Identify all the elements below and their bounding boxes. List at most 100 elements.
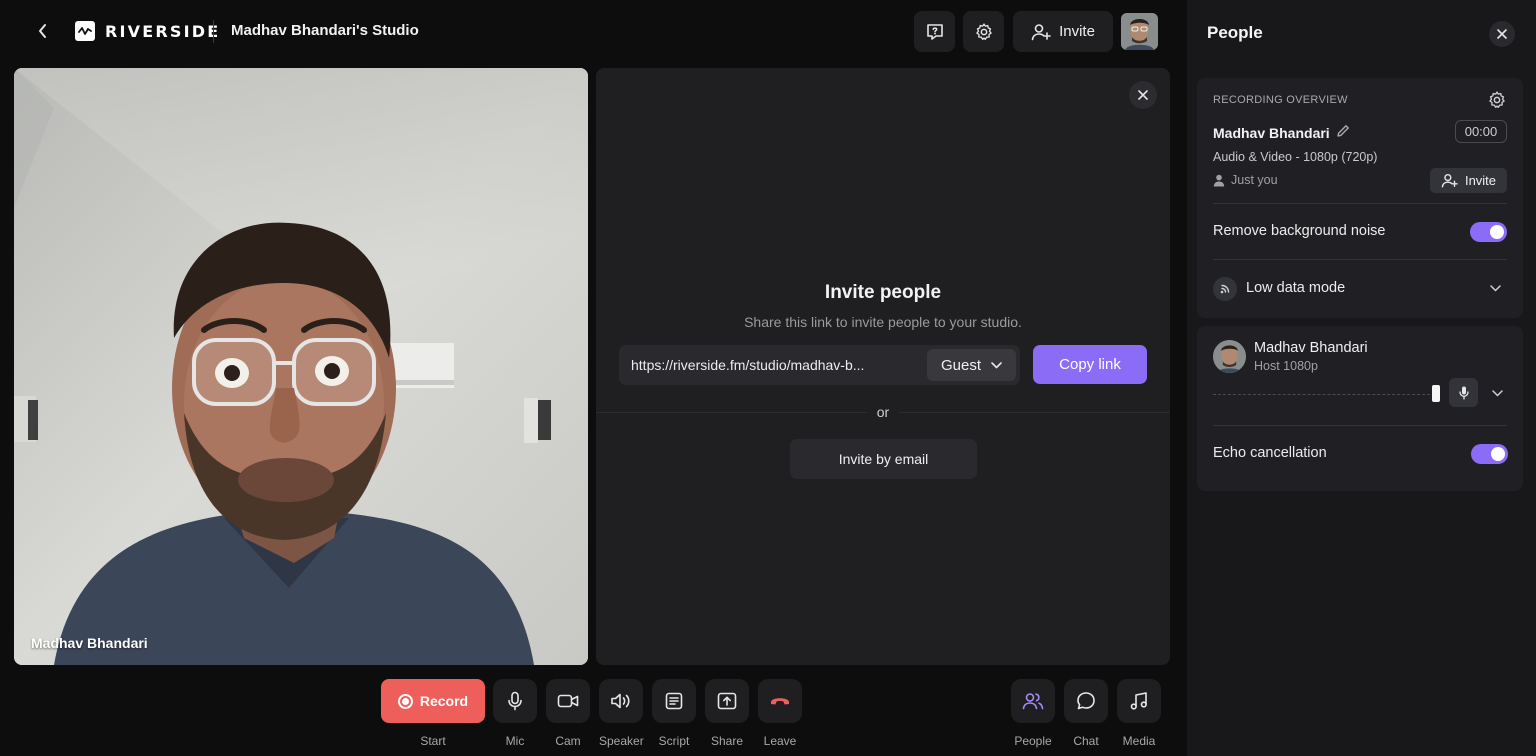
leave-label: Leave bbox=[763, 734, 797, 748]
mic-button[interactable] bbox=[493, 679, 537, 723]
script-label: Script bbox=[658, 734, 690, 748]
record-button[interactable]: Record bbox=[381, 679, 485, 723]
invite-subtitle: Share this link to invite people to your… bbox=[744, 314, 1022, 330]
close-icon bbox=[1138, 90, 1148, 100]
people-sidebar: People RECORDING OVERVIEW Madhav Bhandar… bbox=[1187, 0, 1536, 756]
divider bbox=[1213, 425, 1507, 426]
echo-cancellation-label: Echo cancellation bbox=[1213, 445, 1327, 461]
role-select-value: Guest bbox=[940, 356, 982, 374]
recording-overview-card: RECORDING OVERVIEW Madhav Bhandari 00:00… bbox=[1197, 78, 1523, 318]
media-label: Media bbox=[1122, 734, 1156, 748]
chat-bubble-icon bbox=[1077, 692, 1095, 710]
divider bbox=[1213, 259, 1507, 260]
leave-button[interactable] bbox=[758, 679, 802, 723]
chat-button[interactable] bbox=[1064, 679, 1108, 723]
record-icon bbox=[397, 693, 413, 709]
recording-timer: 00:00 bbox=[1455, 120, 1507, 143]
pencil-icon[interactable] bbox=[1335, 123, 1351, 139]
share-button[interactable] bbox=[705, 679, 749, 723]
participant-name: Madhav Bhandari bbox=[1254, 340, 1368, 356]
riverside-logo[interactable]: RIVERSIDE bbox=[75, 21, 220, 41]
record-label: Record bbox=[419, 693, 469, 709]
script-control: Script bbox=[652, 679, 696, 748]
camera-feed-image bbox=[14, 68, 588, 665]
header-invite-button[interactable]: Invite bbox=[1013, 11, 1113, 52]
help-button[interactable] bbox=[914, 11, 955, 52]
or-label: or bbox=[866, 404, 900, 420]
cam-button[interactable] bbox=[546, 679, 590, 723]
speaker-label: Speaker bbox=[599, 734, 644, 748]
chevron-down-icon[interactable] bbox=[1490, 285, 1501, 292]
microphone-icon bbox=[1458, 386, 1469, 400]
sidebar-close-button[interactable] bbox=[1489, 21, 1515, 47]
settings-button[interactable] bbox=[963, 11, 1004, 52]
header-divider bbox=[213, 20, 214, 43]
participant-mic-button[interactable] bbox=[1449, 378, 1478, 407]
hang-up-icon bbox=[771, 698, 789, 705]
header-invite-label: Invite bbox=[1059, 23, 1095, 40]
recording-spec: Audio & Video - 1080p (720p) bbox=[1213, 150, 1378, 164]
avatar-image bbox=[1121, 13, 1158, 50]
script-icon bbox=[665, 692, 683, 710]
user-avatar[interactable] bbox=[1121, 13, 1158, 50]
invite-link-field[interactable]: https://riverside.fm/studio/madhav-b... … bbox=[619, 345, 1020, 385]
script-button[interactable] bbox=[652, 679, 696, 723]
noise-removal-label: Remove background noise bbox=[1213, 223, 1386, 239]
back-button[interactable] bbox=[30, 18, 56, 44]
sidebar-invite-label: Invite bbox=[1464, 173, 1497, 188]
media-button[interactable] bbox=[1117, 679, 1161, 723]
media-control: Media bbox=[1117, 679, 1161, 748]
record-control: Record Start bbox=[381, 679, 485, 748]
speaker-button[interactable] bbox=[599, 679, 644, 723]
gear-icon[interactable] bbox=[1487, 90, 1507, 110]
chevron-down-icon[interactable] bbox=[1492, 390, 1503, 397]
cam-label: Cam bbox=[555, 734, 581, 748]
low-data-mode-label: Low data mode bbox=[1246, 280, 1346, 296]
chat-control: Chat bbox=[1064, 679, 1108, 748]
invite-title: Invite people bbox=[824, 282, 942, 303]
divider bbox=[1213, 203, 1507, 204]
volume-slider[interactable] bbox=[1213, 394, 1435, 395]
microphone-icon bbox=[508, 691, 522, 711]
sidebar-title: People bbox=[1207, 23, 1263, 42]
add-user-icon bbox=[1031, 23, 1051, 40]
chevron-left-icon bbox=[39, 24, 46, 38]
noise-removal-toggle[interactable] bbox=[1470, 222, 1507, 242]
logo-text: RIVERSIDE bbox=[105, 21, 221, 41]
cam-control: Cam bbox=[546, 679, 590, 748]
recording-overview-label: RECORDING OVERVIEW bbox=[1213, 94, 1348, 106]
top-bar: RIVERSIDE Madhav Bhandari's Studio Invit… bbox=[0, 0, 1186, 64]
role-select[interactable]: Guest bbox=[927, 349, 1016, 381]
invite-close-button[interactable] bbox=[1129, 81, 1157, 109]
invite-people-panel: Invite people Share this link to invite … bbox=[596, 68, 1170, 665]
or-label-wrap: or bbox=[596, 404, 1170, 420]
camera-icon bbox=[557, 694, 579, 708]
people-control: People bbox=[1011, 679, 1055, 748]
speaker-icon bbox=[611, 693, 630, 709]
start-label: Start bbox=[420, 734, 446, 748]
echo-cancellation-toggle[interactable] bbox=[1471, 444, 1508, 464]
add-user-icon bbox=[1441, 173, 1458, 188]
people-label: People bbox=[1014, 734, 1052, 748]
help-chat-icon bbox=[926, 23, 943, 40]
participants-summary-text: Just you bbox=[1231, 173, 1278, 187]
volume-slider-thumb[interactable] bbox=[1432, 385, 1440, 402]
chat-label: Chat bbox=[1073, 734, 1099, 748]
music-note-icon bbox=[1130, 692, 1147, 710]
gear-icon bbox=[975, 22, 992, 40]
participant-card: Madhav Bhandari Host 1080p Echo cancella… bbox=[1197, 326, 1523, 491]
copy-link-button[interactable]: Copy link bbox=[1033, 345, 1147, 384]
share-control: Share bbox=[705, 679, 749, 748]
invite-by-email-button[interactable]: Invite by email bbox=[790, 439, 977, 479]
sidebar-invite-button[interactable]: Invite bbox=[1430, 168, 1507, 193]
speaker-control: Speaker bbox=[599, 679, 644, 748]
people-icon bbox=[1022, 693, 1044, 710]
participant-avatar bbox=[1213, 340, 1246, 373]
camera-video-tile[interactable]: Madhav Bhandari bbox=[14, 68, 588, 665]
people-button[interactable] bbox=[1011, 679, 1055, 723]
close-icon bbox=[1497, 29, 1507, 39]
low-data-mode-icon bbox=[1213, 277, 1237, 301]
share-label: Share bbox=[710, 734, 744, 748]
studio-title: Madhav Bhandari's Studio bbox=[231, 22, 419, 39]
leave-control: Leave bbox=[758, 679, 802, 748]
